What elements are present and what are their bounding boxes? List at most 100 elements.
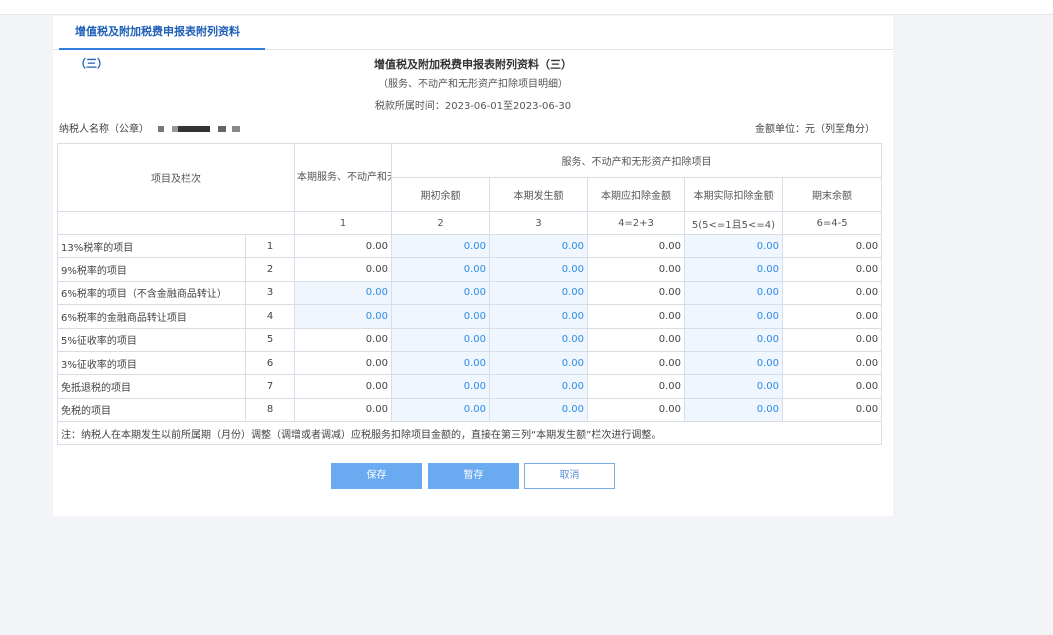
table-row: 13%税率的项目 1 0.00 0.00 0.00 0.00 0.00 0.00 — [57, 233, 883, 259]
row-label: 13%税率的项目 — [57, 233, 246, 259]
row-number: 4 — [245, 304, 295, 329]
header-col1: 本期服务、不动产和无形资产价税合计额（免税销售额） — [294, 143, 392, 212]
amount-input[interactable]: 0.00 — [684, 257, 783, 282]
amount-input[interactable]: 0.00 — [489, 327, 588, 352]
row-number: 8 — [245, 397, 295, 423]
header-col6: 期末余额 — [781, 177, 883, 212]
amount-value: 0.00 — [587, 397, 685, 423]
deduction-table: 项目及栏次 本期服务、不动产和无形资产价税合计额（免税销售额） 服务、不动产和无… — [56, 143, 883, 446]
row-label: 免抵退税的项目 — [57, 374, 246, 399]
amount-value: 0.00 — [294, 374, 392, 399]
amount-input[interactable]: 0.00 — [684, 350, 783, 376]
form-subtitle: （服务、不动产和无形资产扣除项目明细） — [378, 79, 568, 90]
amount-value: 0.00 — [294, 257, 392, 282]
form-panel: 增值税及附加税费申报表附列资料（三） 增值税及附加税费申报表附列资料（三） （服… — [53, 16, 893, 516]
amount-input[interactable]: 0.00 — [294, 280, 392, 306]
header-col2: 期初余额 — [391, 177, 490, 212]
amount-value: 0.00 — [587, 233, 685, 259]
amount-input[interactable]: 0.00 — [489, 304, 588, 329]
amount-value: 0.00 — [294, 350, 392, 376]
amount-input[interactable]: 0.00 — [391, 233, 490, 259]
header-number-blank — [57, 211, 295, 235]
header-col3: 本期发生额 — [489, 177, 588, 212]
redacted-taxpayer-name — [158, 126, 241, 132]
amount-unit: 金额单位：元（列至角分） — [755, 124, 875, 135]
table-row: 免抵退税的项目 7 0.00 0.00 0.00 0.00 0.00 0.00 — [57, 374, 883, 399]
row-label: 9%税率的项目 — [57, 257, 246, 282]
table-row: 6%税率的金融商品转让项目 4 0.00 0.00 0.00 0.00 0.00 0.00 — [57, 304, 883, 329]
amount-input[interactable]: 0.00 — [391, 304, 490, 329]
row-number: 3 — [245, 280, 295, 306]
amount-value: 0.00 — [587, 257, 685, 282]
header-col4: 本期应扣除金额 — [587, 177, 685, 212]
amount-input[interactable]: 0.00 — [684, 280, 783, 306]
amount-input[interactable]: 0.00 — [489, 397, 588, 423]
amount-value: 0.00 — [294, 233, 392, 259]
amount-input[interactable]: 0.00 — [294, 304, 392, 329]
row-label: 免税的项目 — [57, 397, 246, 423]
amount-value: 0.00 — [781, 397, 883, 423]
amount-input[interactable]: 0.00 — [684, 397, 783, 423]
amount-input[interactable]: 0.00 — [391, 280, 490, 306]
row-label: 6%税率的项目（不含金融商品转让） — [57, 280, 246, 306]
table-note: 注：纳税人在本期发生以前所属期（月份）调整（调增或者调减）应税服务扣除项目金额的… — [56, 421, 883, 446]
col-number: 5(5<=1且5<=4) — [684, 211, 783, 235]
row-number: 7 — [245, 374, 295, 399]
row-number: 5 — [245, 327, 295, 352]
header-group: 服务、不动产和无形资产扣除项目 — [390, 143, 883, 178]
button-group: 保存 暂存 取消 — [331, 463, 621, 489]
amount-input[interactable]: 0.00 — [684, 233, 783, 259]
amount-value: 0.00 — [294, 327, 392, 352]
save-button[interactable]: 保存 — [331, 463, 422, 489]
amount-value: 0.00 — [587, 374, 685, 399]
amount-value: 0.00 — [294, 397, 392, 423]
tab-attachment-3[interactable]: 增值税及附加税费申报表附列资料（三） — [59, 16, 265, 70]
col-number: 3 — [489, 211, 588, 235]
amount-input[interactable]: 0.00 — [489, 257, 588, 282]
amount-input[interactable]: 0.00 — [489, 233, 588, 259]
amount-value: 0.00 — [781, 233, 883, 259]
amount-value: 0.00 — [587, 280, 685, 306]
amount-input[interactable]: 0.00 — [391, 374, 490, 399]
header-item: 项目及栏次 — [57, 143, 295, 212]
header-col5: 本期实际扣除金额 — [684, 177, 783, 212]
amount-value: 0.00 — [587, 304, 685, 329]
amount-value: 0.00 — [781, 304, 883, 329]
col-number: 6=4-5 — [781, 211, 883, 235]
row-number: 2 — [245, 257, 295, 282]
top-bar — [0, 0, 1053, 15]
col-number: 4=2+3 — [587, 211, 685, 235]
amount-input[interactable]: 0.00 — [391, 350, 490, 376]
table-row: 免税的项目 8 0.00 0.00 0.00 0.00 0.00 0.00 — [57, 397, 883, 423]
col-number: 2 — [391, 211, 490, 235]
cancel-button[interactable]: 取消 — [524, 463, 615, 489]
amount-value: 0.00 — [587, 350, 685, 376]
row-label: 5%征收率的项目 — [57, 327, 246, 352]
amount-value: 0.00 — [781, 280, 883, 306]
amount-input[interactable]: 0.00 — [684, 374, 783, 399]
amount-input[interactable]: 0.00 — [684, 327, 783, 352]
table-row: 3%征收率的项目 6 0.00 0.00 0.00 0.00 0.00 0.00 — [57, 350, 883, 376]
amount-value: 0.00 — [781, 374, 883, 399]
row-label: 6%税率的金融商品转让项目 — [57, 304, 246, 329]
amount-value: 0.00 — [781, 257, 883, 282]
amount-input[interactable]: 0.00 — [391, 327, 490, 352]
amount-value: 0.00 — [587, 327, 685, 352]
draft-button[interactable]: 暂存 — [428, 463, 519, 489]
amount-input[interactable]: 0.00 — [489, 374, 588, 399]
amount-input[interactable]: 0.00 — [391, 397, 490, 423]
amount-input[interactable]: 0.00 — [684, 304, 783, 329]
row-label: 3%征收率的项目 — [57, 350, 246, 376]
tax-period: 税款所属时间：2023-06-01至2023-06-30 — [374, 101, 572, 112]
row-number: 6 — [245, 350, 295, 376]
amount-input[interactable]: 0.00 — [489, 280, 588, 306]
col-number: 1 — [294, 211, 392, 235]
form-title: 增值税及附加税费申报表附列资料（三） — [374, 58, 572, 71]
table-row: 9%税率的项目 2 0.00 0.00 0.00 0.00 0.00 0.00 — [57, 257, 883, 282]
amount-input[interactable]: 0.00 — [391, 257, 490, 282]
taxpayer-label: 纳税人名称（公章） — [59, 124, 149, 135]
table-row: 6%税率的项目（不含金融商品转让） 3 0.00 0.00 0.00 0.00 0.00 0.… — [57, 280, 883, 306]
table-row: 5%征收率的项目 5 0.00 0.00 0.00 0.00 0.00 0.00 — [57, 327, 883, 352]
tab-bar: 增值税及附加税费申报表附列资料（三） — [53, 16, 893, 70]
amount-input[interactable]: 0.00 — [489, 350, 588, 376]
